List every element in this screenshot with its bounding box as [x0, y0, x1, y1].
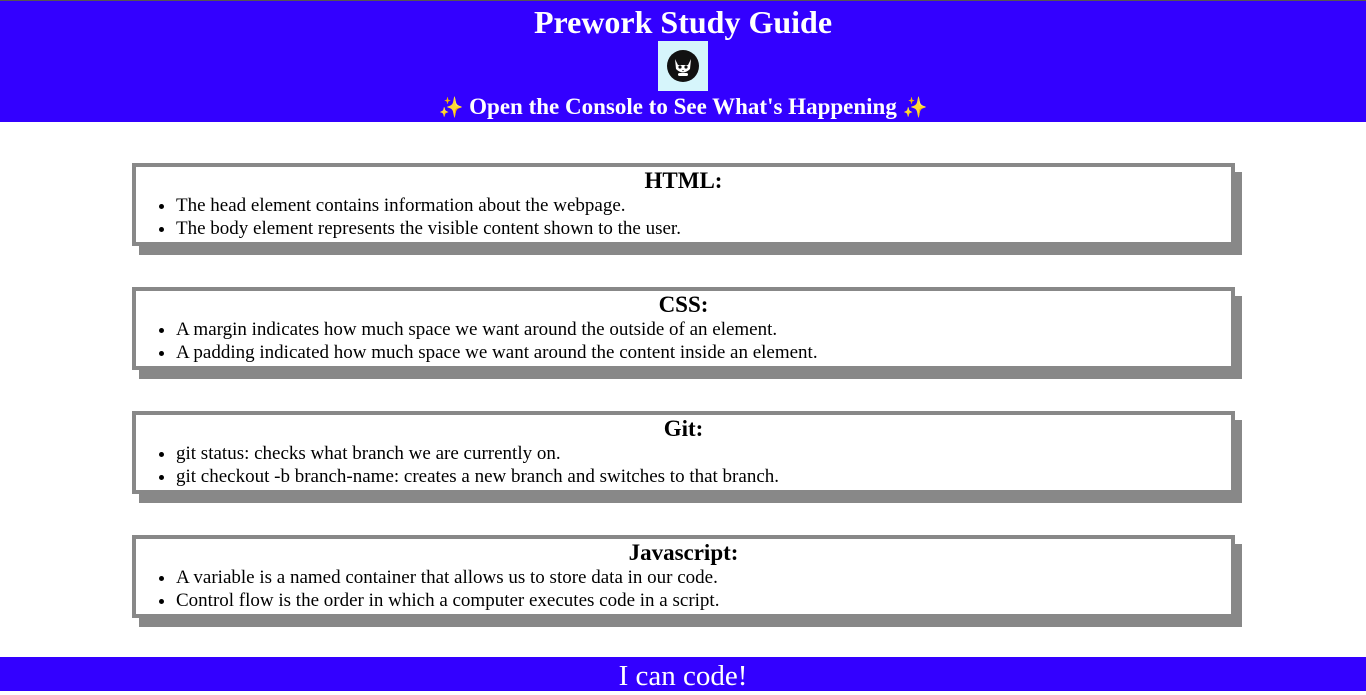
main-content: HTML: The head element contains informat…: [0, 122, 1366, 657]
page-title: Prework Study Guide: [533, 4, 833, 40]
list-item: A padding indicated how much space we wa…: [176, 341, 1231, 364]
list-item: git status: checks what branch we are cu…: [176, 442, 1231, 465]
page-footer: I can code!: [0, 657, 1366, 692]
cat-avatar-icon: [658, 41, 708, 91]
section-list: A margin indicates how much space we wan…: [136, 318, 1231, 364]
page-subtitle: ✨ Open the Console to See What's Happeni…: [0, 91, 1366, 123]
javascript-section-card: Javascript: A variable is a named contai…: [132, 535, 1235, 618]
sparkle-icon: ✨: [438, 95, 464, 119]
list-item: The body element represents the visible …: [176, 217, 1231, 240]
section-list: git status: checks what branch we are cu…: [136, 442, 1231, 488]
git-section-card: Git: git status: checks what branch we a…: [132, 411, 1235, 494]
css-section-card: CSS: A margin indicates how much space w…: [132, 287, 1235, 370]
subtitle-text: Open the Console to See What's Happening: [469, 94, 897, 119]
list-item: Control flow is the order in which a com…: [176, 589, 1231, 612]
section-heading: Git:: [663, 416, 704, 441]
page-header: Prework Study Guide ✨ Open the Console t…: [0, 1, 1366, 122]
list-item: git checkout -b branch-name: creates a n…: [176, 465, 1231, 488]
cat-icon: [667, 50, 699, 82]
sparkle-icon: ✨: [902, 95, 928, 119]
section-heading: Javascript:: [628, 540, 739, 565]
list-item: A margin indicates how much space we wan…: [176, 318, 1231, 341]
section-list: A variable is a named container that all…: [136, 566, 1231, 612]
list-item: A variable is a named container that all…: [176, 566, 1231, 589]
section-heading: HTML:: [644, 168, 723, 193]
html-section-card: HTML: The head element contains informat…: [132, 163, 1235, 246]
list-item: The head element contains information ab…: [176, 194, 1231, 217]
section-heading: CSS:: [658, 292, 709, 317]
section-list: The head element contains information ab…: [136, 194, 1231, 240]
